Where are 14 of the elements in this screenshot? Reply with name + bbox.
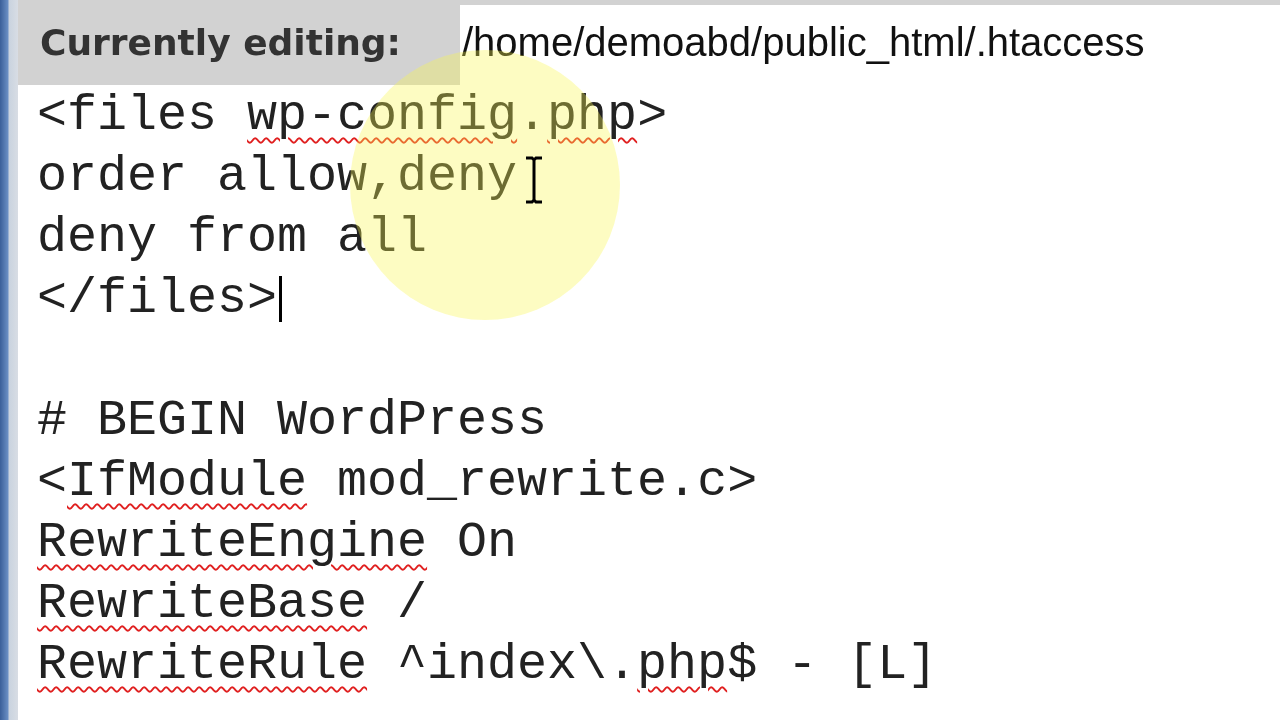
code-line: RewriteEngine On	[37, 513, 518, 573]
code-editor[interactable]: <files wp-config.php> order allow,deny deny from all </files> # BEGIN WordPress <IfModule mod_rewrite.c> RewriteEngine On RewriteBase / RewriteRule ^index\.php$ - [L]	[18, 85, 1280, 720]
code-line: # BEGIN WordPress	[37, 391, 548, 451]
code-line: <IfModule mod_rewrite.c>	[37, 452, 758, 512]
code-line: RewriteRule ^index\.php$ - [L]	[37, 635, 938, 695]
code-line: RewriteBase /	[37, 574, 428, 634]
file-path-field[interactable]: /home/demoabd/public_html/.htaccess	[460, 5, 1280, 85]
text-caret	[279, 275, 283, 322]
editing-label: Currently editing:	[39, 21, 403, 65]
code-line: <files wp-config.php>	[37, 86, 668, 146]
text-cursor-icon	[523, 156, 545, 204]
code-line: order allow,deny	[37, 147, 518, 207]
code-line: deny from all	[37, 208, 428, 268]
code-line: </files>	[37, 269, 278, 329]
